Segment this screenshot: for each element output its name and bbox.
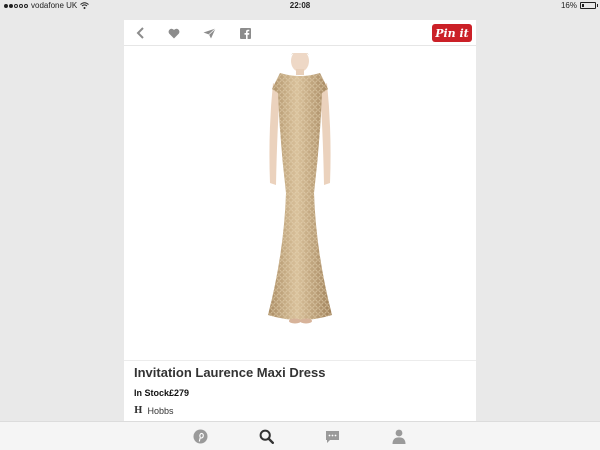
- battery-icon: [580, 2, 598, 9]
- pin-card: Pin it Invitation Laurence Maxi Dress In…: [124, 20, 476, 430]
- clock: 22:08: [289, 1, 311, 10]
- back-icon[interactable]: [134, 26, 148, 40]
- brand-line[interactable]: H Hobbs: [134, 406, 174, 416]
- brand-name: Hobbs: [147, 406, 174, 416]
- status-bar: vodafone UK 22:08 16%: [0, 0, 600, 12]
- divider: [124, 360, 476, 361]
- heart-icon[interactable]: [167, 26, 181, 40]
- brand-logo-icon: H: [134, 406, 143, 416]
- battery-percent: 16%: [560, 1, 577, 10]
- profile-icon[interactable]: [391, 429, 406, 444]
- pin-toolbar: Pin it: [124, 20, 476, 46]
- bottom-nav: [0, 421, 600, 450]
- facebook-icon[interactable]: [238, 26, 252, 40]
- battery-fill: [582, 4, 584, 7]
- status-right: 16%: [560, 1, 598, 10]
- pinterest-icon[interactable]: [193, 429, 208, 444]
- messages-icon[interactable]: [325, 429, 340, 444]
- pin-it-button[interactable]: Pin it: [432, 24, 472, 42]
- dress-image: [268, 53, 332, 324]
- product-image[interactable]: [124, 47, 476, 359]
- search-icon[interactable]: [259, 429, 274, 444]
- stock-price: In Stock£279: [134, 388, 190, 398]
- send-icon[interactable]: [202, 26, 216, 40]
- product-title[interactable]: Invitation Laurence Maxi Dress: [134, 365, 325, 380]
